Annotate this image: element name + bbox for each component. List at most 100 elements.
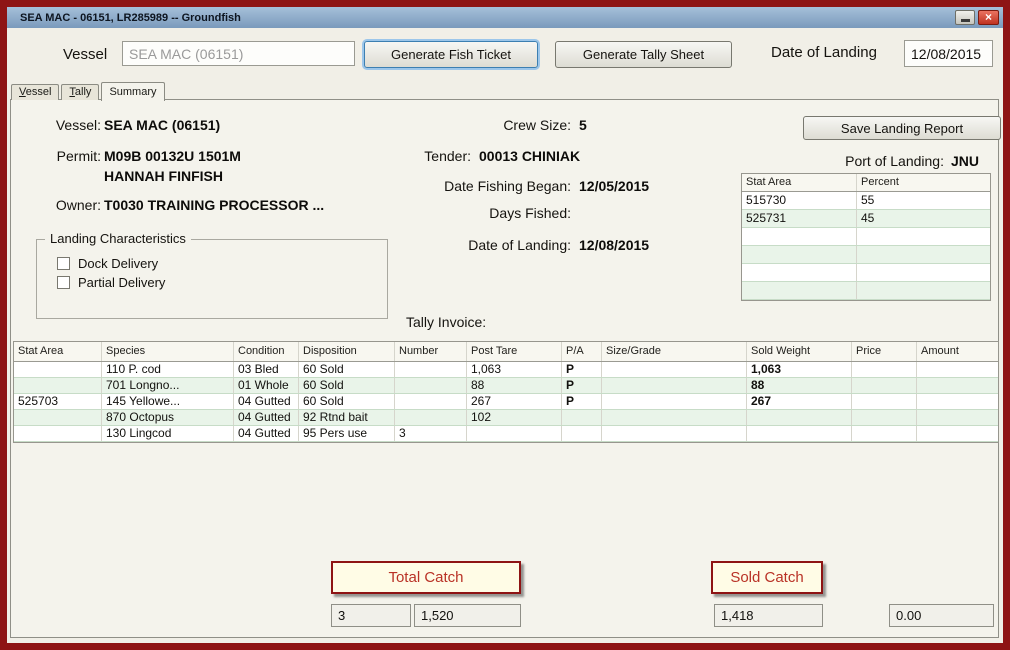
column-header[interactable]: Number: [395, 342, 467, 361]
table-cell[interactable]: 04 Gutted: [234, 426, 299, 441]
table-cell[interactable]: 95 Pers use: [299, 426, 395, 441]
table-cell[interactable]: 01 Whole: [234, 378, 299, 393]
column-header[interactable]: Percent: [857, 174, 990, 191]
column-header[interactable]: Sold Weight: [747, 342, 852, 361]
table-cell[interactable]: P: [562, 362, 602, 377]
table-cell[interactable]: 1,063: [467, 362, 562, 377]
column-header[interactable]: Post Tare: [467, 342, 562, 361]
table-cell[interactable]: 60 Sold: [299, 362, 395, 377]
table-cell[interactable]: [602, 362, 747, 377]
table-cell[interactable]: 60 Sold: [299, 378, 395, 393]
table-cell[interactable]: [917, 394, 998, 409]
column-header[interactable]: Disposition: [299, 342, 395, 361]
table-row[interactable]: 525703145 Yellowe...04 Gutted60 Sold267P…: [14, 394, 998, 410]
total-catch-number-field[interactable]: 3: [331, 604, 411, 627]
column-header[interactable]: P/A: [562, 342, 602, 361]
table-cell[interactable]: 55: [857, 192, 990, 209]
sold-catch-weight-field[interactable]: 1,418: [714, 604, 823, 627]
table-cell[interactable]: 88: [467, 378, 562, 393]
title-bar[interactable]: SEA MAC - 06151, LR285989 -- Groundfish …: [7, 7, 1003, 28]
partial-delivery-checkbox-row[interactable]: Partial Delivery: [57, 273, 387, 292]
table-cell[interactable]: 515730: [742, 192, 857, 209]
table-cell[interactable]: 130 Lingcod: [102, 426, 234, 441]
table-cell[interactable]: [14, 378, 102, 393]
table-cell[interactable]: 1,063: [747, 362, 852, 377]
generate-tally-sheet-button[interactable]: Generate Tally Sheet: [555, 41, 732, 68]
table-cell[interactable]: 267: [467, 394, 562, 409]
table-row[interactable]: 130 Lingcod04 Gutted95 Pers use3: [14, 426, 998, 442]
table-cell[interactable]: [917, 410, 998, 425]
table-cell[interactable]: [742, 282, 857, 299]
table-cell[interactable]: 267: [747, 394, 852, 409]
table-cell[interactable]: [467, 426, 562, 441]
table-cell[interactable]: [14, 410, 102, 425]
table-cell[interactable]: [14, 426, 102, 441]
table-cell[interactable]: 3: [395, 426, 467, 441]
table-cell[interactable]: 525731: [742, 210, 857, 227]
date-of-landing-input[interactable]: [904, 40, 993, 67]
table-cell[interactable]: 110 P. cod: [102, 362, 234, 377]
table-cell[interactable]: [395, 410, 467, 425]
table-cell[interactable]: [602, 394, 747, 409]
table-cell[interactable]: [857, 246, 990, 263]
tab-tally[interactable]: Tally: [61, 84, 99, 100]
table-cell[interactable]: [852, 362, 917, 377]
table-cell[interactable]: 701 Longno...: [102, 378, 234, 393]
column-header[interactable]: Size/Grade: [602, 342, 747, 361]
table-cell[interactable]: P: [562, 378, 602, 393]
tab-vessel[interactable]: Vessel: [11, 84, 59, 100]
checkbox-icon[interactable]: [57, 257, 70, 270]
table-cell[interactable]: [742, 264, 857, 281]
table-cell[interactable]: [395, 362, 467, 377]
table-cell[interactable]: [857, 282, 990, 299]
column-header[interactable]: Amount: [917, 342, 998, 361]
table-cell[interactable]: [857, 228, 990, 245]
table-row[interactable]: 870 Octopus04 Gutted92 Rtnd bait102: [14, 410, 998, 426]
table-cell[interactable]: [742, 246, 857, 263]
save-landing-report-button[interactable]: Save Landing Report: [803, 116, 1001, 140]
generate-fish-ticket-button[interactable]: Generate Fish Ticket: [364, 41, 538, 68]
column-header[interactable]: Price: [852, 342, 917, 361]
table-cell[interactable]: [602, 426, 747, 441]
column-header[interactable]: Species: [102, 342, 234, 361]
table-cell[interactable]: [602, 410, 747, 425]
table-cell[interactable]: [917, 378, 998, 393]
column-header[interactable]: Condition: [234, 342, 299, 361]
table-cell[interactable]: [917, 426, 998, 441]
table-cell[interactable]: [747, 410, 852, 425]
table-cell[interactable]: [14, 362, 102, 377]
table-cell[interactable]: 04 Gutted: [234, 394, 299, 409]
table-cell[interactable]: 145 Yellowe...: [102, 394, 234, 409]
table-cell[interactable]: 92 Rtnd bait: [299, 410, 395, 425]
minimize-button[interactable]: [955, 10, 975, 25]
table-cell[interactable]: [917, 362, 998, 377]
table-row[interactable]: 52573145: [742, 210, 990, 228]
amount-field[interactable]: 0.00: [889, 604, 994, 627]
table-row[interactable]: [742, 264, 990, 282]
close-button[interactable]: ×: [978, 10, 999, 25]
table-cell[interactable]: [395, 378, 467, 393]
table-cell[interactable]: 60 Sold: [299, 394, 395, 409]
table-row[interactable]: 110 P. cod03 Bled60 Sold1,063P1,063: [14, 362, 998, 378]
vessel-input[interactable]: [122, 41, 355, 66]
table-row[interactable]: [742, 228, 990, 246]
table-row[interactable]: 51573055: [742, 192, 990, 210]
table-cell[interactable]: [857, 264, 990, 281]
dock-delivery-checkbox-row[interactable]: Dock Delivery: [57, 254, 387, 273]
table-row[interactable]: 701 Longno...01 Whole60 Sold88P88: [14, 378, 998, 394]
tab-summary[interactable]: Summary: [101, 82, 164, 101]
checkbox-icon[interactable]: [57, 276, 70, 289]
table-cell[interactable]: 870 Octopus: [102, 410, 234, 425]
table-cell[interactable]: 88: [747, 378, 852, 393]
table-cell[interactable]: [747, 426, 852, 441]
table-cell[interactable]: [602, 378, 747, 393]
table-cell[interactable]: 03 Bled: [234, 362, 299, 377]
column-header[interactable]: Stat Area: [742, 174, 857, 191]
table-cell[interactable]: [852, 426, 917, 441]
table-cell[interactable]: 04 Gutted: [234, 410, 299, 425]
table-cell[interactable]: P: [562, 394, 602, 409]
table-cell[interactable]: [562, 410, 602, 425]
column-header[interactable]: Stat Area: [14, 342, 102, 361]
table-cell[interactable]: [852, 410, 917, 425]
total-catch-weight-field[interactable]: 1,520: [414, 604, 521, 627]
